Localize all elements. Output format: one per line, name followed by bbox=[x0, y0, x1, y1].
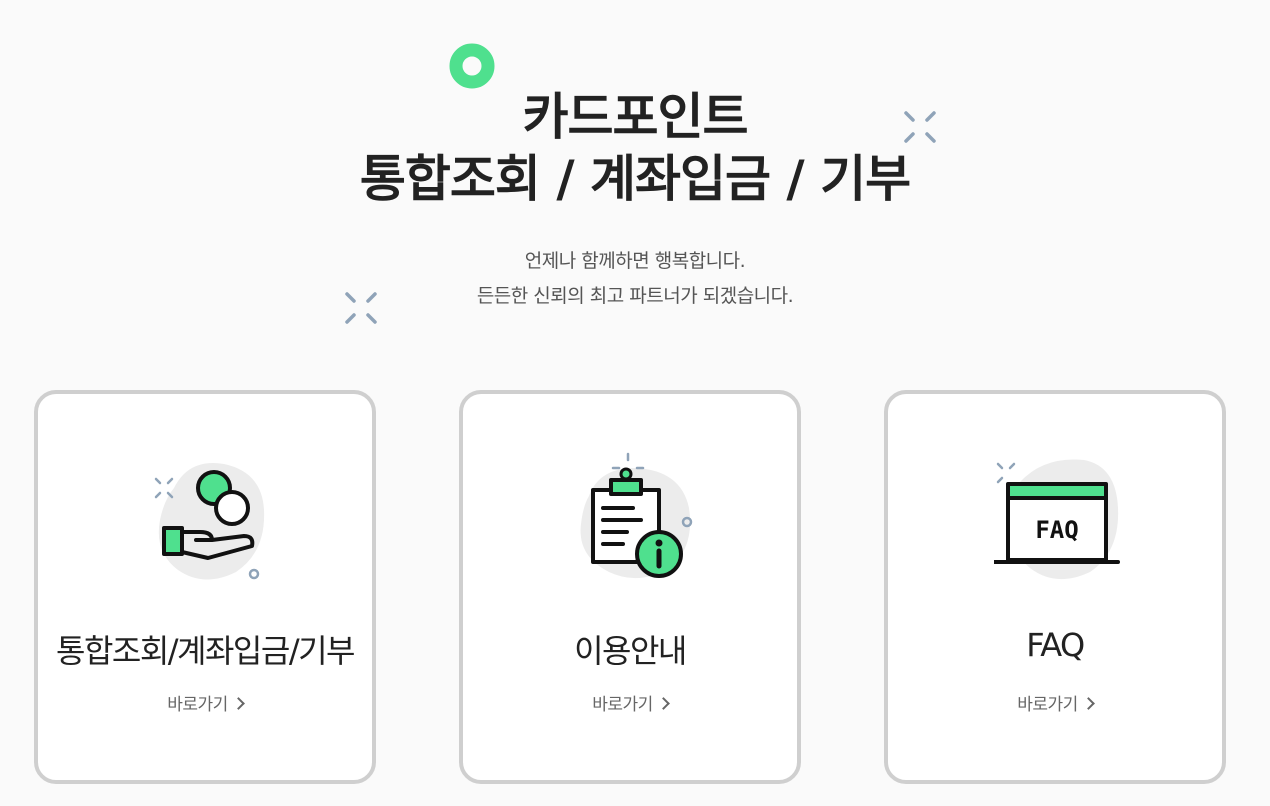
go-link-label: 바로가기 bbox=[592, 695, 653, 715]
faq-icon-text: FAQ bbox=[1035, 516, 1078, 544]
hero-title-line2: 통합조회 / 계좌입금 / 기부 bbox=[359, 150, 911, 208]
hero-subtitle-line2: 든든한 신뢰의 최고 파트너가 되겠습니다. bbox=[476, 285, 794, 307]
hand-coins-icon bbox=[154, 463, 265, 580]
go-link[interactable]: 바로가기 bbox=[888, 690, 1222, 715]
faq-window-icon: FAQ bbox=[994, 459, 1120, 580]
hero-subtitle: 언제나 함께하면 행복합니다. 든든한 신뢰의 최고 파트너가 되겠습니다. bbox=[0, 244, 1270, 314]
go-link[interactable]: 바로가기 bbox=[38, 690, 372, 715]
card-usage-guide[interactable]: 이용안내 바로가기 bbox=[459, 390, 801, 784]
go-link[interactable]: 바로가기 bbox=[463, 690, 797, 715]
chevron-right-icon bbox=[231, 696, 245, 710]
ring-decoration-icon bbox=[449, 43, 495, 89]
chevron-right-icon bbox=[1081, 696, 1095, 710]
chevron-right-icon bbox=[656, 696, 670, 710]
page: 카드포인트 통합조회 / 계좌입금 / 기부 언제나 함께하면 행복합니다. 든… bbox=[0, 0, 1270, 806]
hero-subtitle-line1: 언제나 함께하면 행복합니다. bbox=[524, 250, 746, 272]
go-link-label: 바로가기 bbox=[167, 695, 228, 715]
card-title: 이용안내 bbox=[574, 632, 687, 670]
clipboard-info-icon bbox=[580, 452, 693, 579]
hero-title: 카드포인트 통합조회 / 계좌입금 / 기부 bbox=[0, 86, 1270, 210]
go-link-label: 바로가기 bbox=[1017, 695, 1078, 715]
card-integrated-inquiry[interactable]: 통합조회/계좌입금/기부 바로가기 bbox=[34, 390, 376, 784]
card-title: 통합조회/계좌입금/기부 bbox=[56, 632, 355, 670]
hero-title-line1: 카드포인트 bbox=[522, 88, 749, 146]
card-faq[interactable]: FAQ FAQ 바로가기 bbox=[884, 390, 1226, 784]
card-title: FAQ bbox=[1026, 626, 1085, 664]
